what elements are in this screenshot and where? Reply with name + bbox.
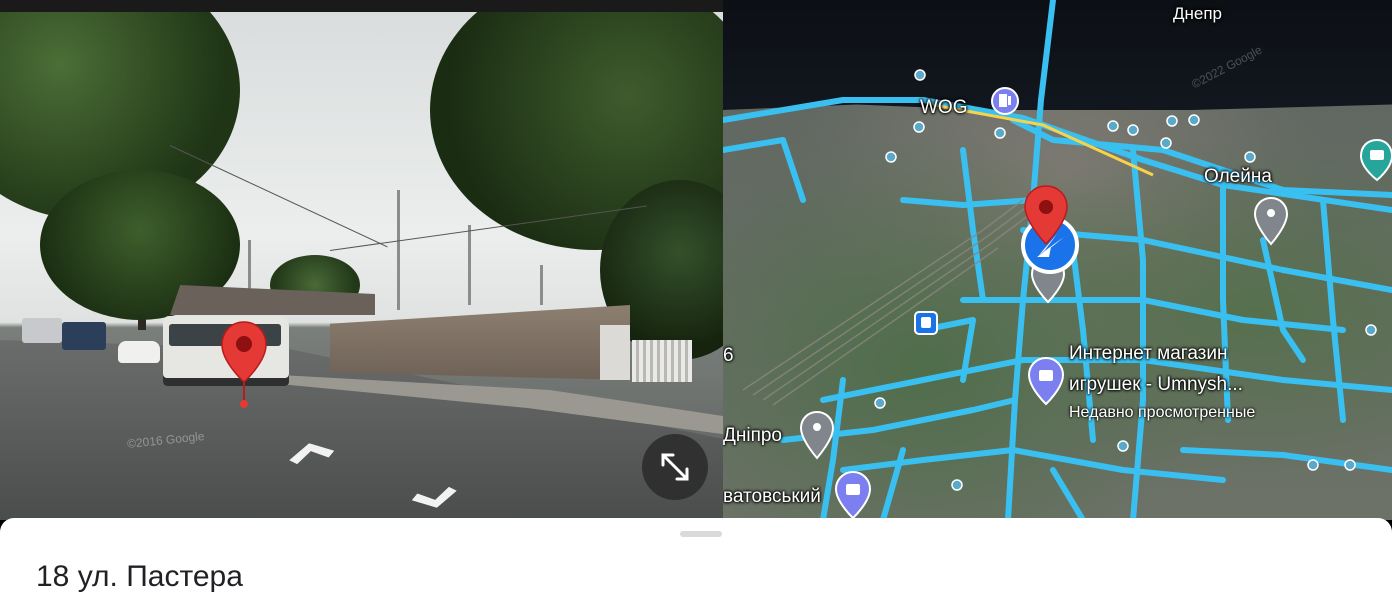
map-label-wog[interactable]: WOG: [920, 97, 968, 119]
place-bottom-sheet[interactable]: 18 ул. Пастера: [0, 518, 1392, 600]
place-pin-icon: [799, 410, 835, 460]
map-label-oleina[interactable]: Олейна: [1204, 166, 1272, 188]
light-pole: [397, 190, 400, 310]
bus: [62, 322, 106, 350]
drag-handle[interactable]: [680, 531, 722, 537]
map-label-dnipro[interactable]: Дніпро: [723, 425, 782, 447]
gate: [600, 325, 630, 380]
map-label-recently-viewed: Недавно просмотренные: [1069, 404, 1256, 421]
camera-icon: [1359, 138, 1392, 182]
bus: [22, 318, 62, 343]
red-map-pin-icon[interactable]: [219, 320, 269, 410]
car: [118, 341, 160, 363]
shopping-bag-icon: [1027, 356, 1065, 406]
light-pole: [540, 265, 543, 305]
map-label-edge: 6: [723, 345, 734, 366]
street-view-panel[interactable]: ©2016 Google: [0, 0, 723, 520]
street-network: [723, 0, 1392, 520]
train-station-icon: [914, 311, 938, 335]
shopping-bag-icon: [834, 470, 872, 520]
map-label-toy-store-line2[interactable]: игрушек - Umnysh...: [1069, 374, 1243, 396]
fence: [632, 340, 692, 382]
fuel-station-icon: [991, 87, 1019, 115]
status-bar: [0, 0, 723, 12]
place-pin-icon: [1253, 196, 1289, 246]
map-label-toy-store[interactable]: Интернет магазин: [1069, 343, 1228, 365]
stone-wall: [330, 305, 630, 380]
map-label-dnepr[interactable]: Днепр: [1173, 4, 1222, 24]
map-label-district[interactable]: ватовський: [723, 486, 821, 508]
place-address: 18 ул. Пастера: [36, 560, 243, 593]
expand-button[interactable]: [642, 434, 708, 500]
map-panel[interactable]: Днепр ©2022 Google WOG Олейна Интернет м…: [723, 0, 1392, 520]
light-pole: [468, 225, 471, 305]
expand-arrows-icon: [661, 453, 689, 481]
